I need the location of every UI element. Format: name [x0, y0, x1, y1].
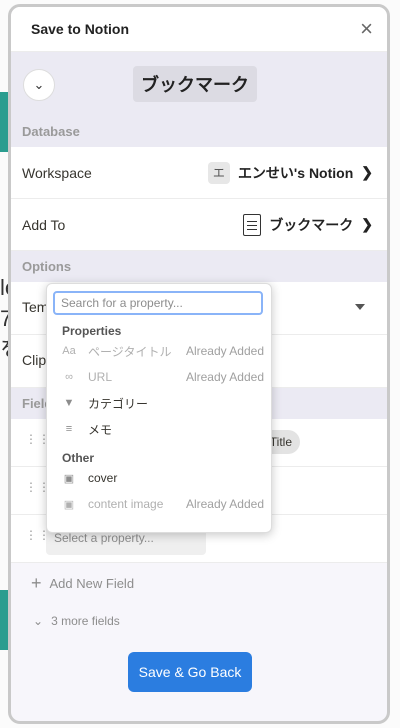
property-search-input[interactable] — [53, 291, 263, 315]
property-type-icon: ▣ — [63, 498, 75, 511]
property-option[interactable]: ∞ URL Already Added — [47, 364, 271, 390]
template-label: Tem — [22, 299, 49, 315]
property-group-label: Other — [62, 451, 95, 465]
property-option-name: カテゴリー — [88, 396, 149, 411]
chevron-down-icon: ⌄ — [33, 614, 44, 628]
plus-icon: + — [31, 572, 42, 593]
add-to-select[interactable]: ブックマーク ❯ — [243, 213, 373, 236]
property-option-status: Already Added — [185, 497, 264, 511]
clip-label: Clip — [22, 352, 47, 368]
titlebar: Save to Notion × — [11, 7, 387, 52]
chevron-down-icon: ⌄ — [33, 77, 45, 92]
chevron-down-icon: ❯ — [361, 164, 373, 180]
database-section-label: Database — [11, 116, 387, 147]
workspace-row[interactable]: Workspace エ エンせい's Notion ❯ — [11, 147, 387, 199]
page-icon — [243, 213, 262, 236]
property-option[interactable]: ≡ メモ — [47, 416, 271, 442]
workspace-label: Workspace — [22, 164, 92, 181]
add-to-value: ブックマーク — [269, 216, 354, 233]
options-section-label: Options — [11, 251, 387, 282]
workspace-avatar: エ — [207, 161, 230, 184]
window-title: Save to Notion — [31, 21, 130, 37]
property-type-icon: ∞ — [65, 371, 73, 383]
property-option[interactable]: ▣ content image Already Added — [47, 491, 271, 517]
property-type-icon: Aa — [62, 345, 76, 357]
workspace-select[interactable]: エ エンせい's Notion ❯ — [207, 161, 373, 184]
property-option-name: ページタイトル — [88, 344, 172, 359]
page-header: ⌄ ブックマーク — [11, 52, 387, 116]
property-option-name: URL — [88, 370, 113, 384]
property-option[interactable]: ▣ cover — [47, 465, 271, 491]
property-option-name: content image — [88, 497, 164, 511]
add-to-row[interactable]: Add To ブックマーク ❯ — [11, 199, 387, 251]
property-dropdown: Properties Aa ページタイトル Already Added ∞ URL Alre… — [46, 283, 272, 533]
property-option[interactable]: Aa ページタイトル Already Added — [47, 338, 271, 364]
property-option-status: Already Added — [185, 370, 264, 384]
close-icon[interactable]: × — [360, 18, 373, 40]
add-new-field-button[interactable]: + Add New Field — [11, 563, 387, 603]
property-option-status: Already Added — [185, 344, 264, 358]
collapse-button[interactable]: ⌄ — [23, 69, 55, 101]
more-fields-label: 3 more fields — [51, 614, 120, 628]
property-type-icon: ≡ — [65, 423, 73, 435]
workspace-value: エンせい's Notion — [237, 164, 354, 181]
property-option-name: メモ — [88, 422, 113, 437]
property-type-icon: ▼ — [63, 397, 75, 409]
property-option[interactable]: ▼ カテゴリー — [47, 390, 271, 416]
add-new-field-label: Add New Field — [49, 575, 135, 591]
more-fields-toggle[interactable]: ⌄ 3 more fields — [11, 603, 387, 639]
property-type-icon: ▣ — [63, 472, 75, 485]
add-to-label: Add To — [22, 216, 66, 233]
dropdown-arrow-icon[interactable] — [355, 304, 365, 310]
chevron-down-icon: ❯ — [361, 216, 373, 232]
property-option-name: cover — [88, 471, 118, 485]
property-group-label: Properties — [62, 324, 122, 338]
property-option-list: Properties Aa ページタイトル Already Added ∞ URL Alre… — [47, 315, 271, 517]
page-title[interactable]: ブックマーク — [133, 66, 257, 102]
save-and-go-back-button[interactable]: Save & Go Back — [128, 652, 252, 692]
